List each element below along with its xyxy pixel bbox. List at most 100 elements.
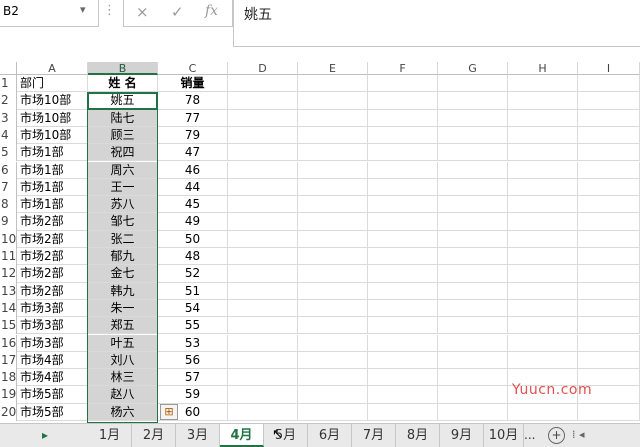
cell[interactable] xyxy=(508,248,578,266)
cell[interactable] xyxy=(438,299,508,318)
sheet-tab[interactable]: 8月 xyxy=(396,424,440,447)
sheet-tab[interactable]: 2月 xyxy=(132,424,176,447)
cell[interactable] xyxy=(228,334,298,352)
row-header[interactable]: 8 xyxy=(0,196,17,214)
cell[interactable] xyxy=(438,75,508,93)
cell[interactable] xyxy=(438,196,508,214)
cell[interactable] xyxy=(368,92,438,110)
dept-cell[interactable]: 市场2部 xyxy=(17,230,88,248)
dept-cell[interactable]: 市场1部 xyxy=(17,178,88,197)
sales-cell[interactable]: 79 xyxy=(158,126,228,145)
cell[interactable] xyxy=(438,213,508,231)
row-header[interactable]: 11 xyxy=(0,248,17,266)
row-header[interactable]: 19 xyxy=(0,386,17,404)
cell[interactable] xyxy=(298,144,368,162)
chevron-down-icon[interactable]: ▾ xyxy=(80,3,86,16)
sales-cell[interactable]: 53 xyxy=(158,334,228,352)
dept-cell[interactable]: 市场2部 xyxy=(17,265,88,283)
cell[interactable] xyxy=(298,403,368,421)
cell[interactable] xyxy=(228,386,298,404)
cell[interactable] xyxy=(228,403,298,421)
sheet-tab[interactable]: 1月 xyxy=(88,424,132,447)
cell[interactable] xyxy=(508,144,578,162)
row-header[interactable]: 18 xyxy=(0,369,17,387)
column-header-h[interactable]: H xyxy=(508,62,578,75)
cell[interactable] xyxy=(298,282,368,300)
dept-cell[interactable]: 市场3部 xyxy=(17,334,88,352)
name-cell[interactable]: 刘八 xyxy=(88,351,158,370)
cell[interactable] xyxy=(578,317,640,335)
cell[interactable] xyxy=(228,161,298,179)
sales-cell[interactable]: 44 xyxy=(158,178,228,197)
column-header-g[interactable]: G xyxy=(438,62,508,75)
cell[interactable] xyxy=(228,299,298,318)
cell[interactable] xyxy=(578,213,640,231)
cell[interactable] xyxy=(368,351,438,370)
cell[interactable] xyxy=(298,230,368,248)
sheet-tab[interactable]: 3月 xyxy=(176,424,220,447)
cell[interactable] xyxy=(368,317,438,335)
dept-cell[interactable]: 市场1部 xyxy=(17,196,88,214)
row-header[interactable]: 4 xyxy=(0,126,17,145)
cell[interactable] xyxy=(578,178,640,197)
name-cell[interactable]: 杨六 xyxy=(88,403,158,421)
cell[interactable] xyxy=(578,126,640,145)
name-cell[interactable]: 金七 xyxy=(88,265,158,283)
cell[interactable] xyxy=(578,230,640,248)
name-cell[interactable]: 叶五 xyxy=(88,334,158,352)
more-vertical-icon[interactable]: ⋮ xyxy=(103,3,116,18)
cell[interactable] xyxy=(368,386,438,404)
sales-cell[interactable]: 55 xyxy=(158,317,228,335)
sales-cell[interactable]: 49 xyxy=(158,213,228,231)
dept-cell[interactable]: 市场5部 xyxy=(17,403,88,421)
row-header[interactable]: 15 xyxy=(0,317,17,335)
sales-cell[interactable]: 51 xyxy=(158,282,228,300)
cell[interactable] xyxy=(508,92,578,110)
cell[interactable] xyxy=(368,213,438,231)
name-box[interactable]: B2 ▾ xyxy=(0,0,99,27)
dept-cell[interactable]: 市场2部 xyxy=(17,213,88,231)
dept-cell[interactable]: 市场5部 xyxy=(17,386,88,404)
cell[interactable] xyxy=(298,351,368,370)
quick-analysis-icon[interactable]: ⊞ xyxy=(160,404,178,420)
row-header[interactable]: 6 xyxy=(0,161,17,179)
row-header[interactable]: 16 xyxy=(0,334,17,352)
cell[interactable] xyxy=(368,265,438,283)
row-header[interactable]: 17 xyxy=(0,351,17,370)
sales-cell[interactable]: 52 xyxy=(158,265,228,283)
cell[interactable] xyxy=(368,161,438,179)
cell[interactable] xyxy=(228,282,298,300)
cell[interactable] xyxy=(368,178,438,197)
sheet-tab[interactable]: 5月 xyxy=(264,424,308,447)
cell[interactable] xyxy=(298,265,368,283)
add-sheet-icon[interactable]: + xyxy=(548,427,565,444)
name-cell[interactable]: 林三 xyxy=(88,369,158,387)
dept-cell[interactable]: 市场4部 xyxy=(17,351,88,370)
cell[interactable] xyxy=(228,109,298,127)
cell[interactable] xyxy=(368,282,438,300)
cell[interactable] xyxy=(578,299,640,318)
cell[interactable] xyxy=(298,92,368,110)
cell[interactable] xyxy=(368,369,438,387)
dept-cell[interactable]: 市场4部 xyxy=(17,369,88,387)
name-cell[interactable]: 陆七 xyxy=(88,109,158,127)
cell[interactable] xyxy=(578,144,640,162)
cell[interactable] xyxy=(508,230,578,248)
next-sheet-icon[interactable]: ▸ xyxy=(42,428,48,442)
cell[interactable] xyxy=(438,369,508,387)
row-header[interactable]: 10 xyxy=(0,230,17,248)
cell[interactable] xyxy=(508,334,578,352)
cell[interactable] xyxy=(298,213,368,231)
cell[interactable] xyxy=(508,317,578,335)
insert-function-icon[interactable]: fx xyxy=(205,3,218,19)
name-cell[interactable]: 邹七 xyxy=(88,213,158,231)
cell[interactable] xyxy=(438,334,508,352)
column-header-c[interactable]: C xyxy=(158,62,228,75)
cell[interactable] xyxy=(438,92,508,110)
dept-cell[interactable]: 市场2部 xyxy=(17,248,88,266)
cell[interactable] xyxy=(368,126,438,145)
cell[interactable] xyxy=(228,196,298,214)
cell[interactable] xyxy=(508,196,578,214)
cell[interactable] xyxy=(508,299,578,318)
cell[interactable] xyxy=(368,75,438,93)
